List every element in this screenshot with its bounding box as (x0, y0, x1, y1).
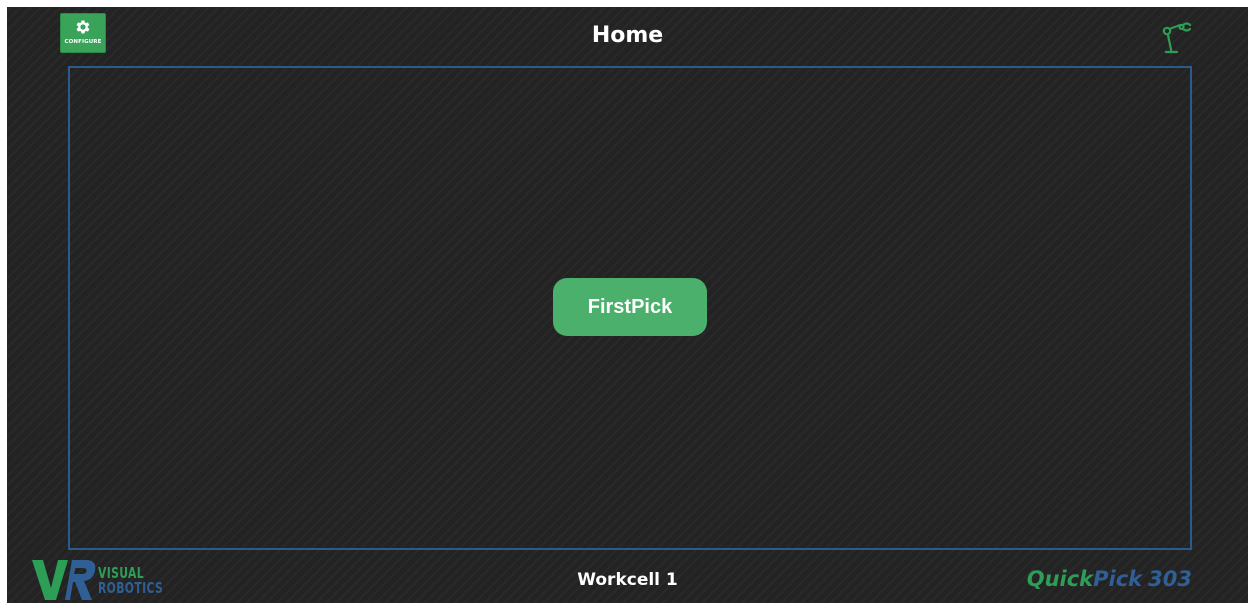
product-name-number: 303 (1148, 567, 1192, 591)
page-title: Home (591, 23, 664, 48)
product-name: QuickPick 303 (1027, 567, 1192, 591)
app-screen: CONFIGURE Home FirstPick VISUAL ROBOTICS… (7, 7, 1248, 603)
product-name-pick: Pick (1093, 567, 1143, 591)
product-name-quick: Quick (1026, 567, 1094, 591)
program-button-firstpick[interactable]: FirstPick (553, 278, 707, 336)
robot-arm-icon[interactable] (1160, 21, 1194, 55)
